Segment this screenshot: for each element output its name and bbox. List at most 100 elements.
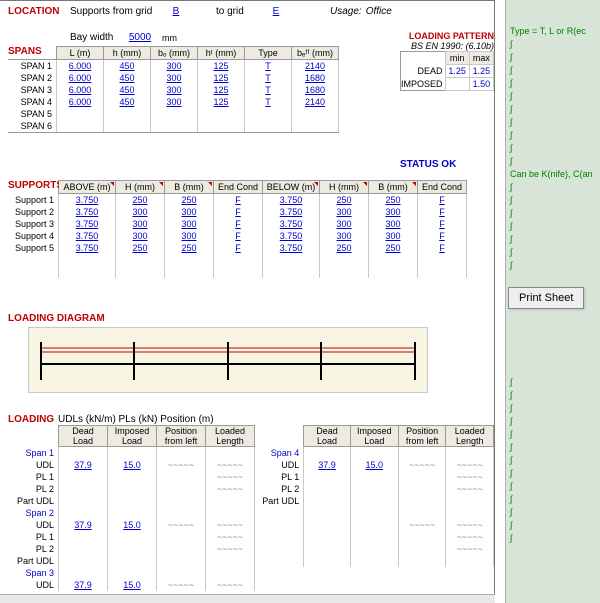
- span-cell[interactable]: 6.000: [57, 84, 104, 96]
- bay-value[interactable]: 5000: [122, 32, 158, 43]
- support-cell[interactable]: F: [214, 218, 263, 230]
- support-cell[interactable]: 250: [320, 194, 369, 207]
- support-cell[interactable]: 300: [369, 218, 418, 230]
- span-cell[interactable]: 2140: [292, 96, 339, 108]
- support-cell[interactable]: 250: [369, 242, 418, 254]
- loading-cell[interactable]: [446, 555, 494, 567]
- span-cell[interactable]: 2140: [292, 60, 339, 73]
- dropdown-icon[interactable]: [110, 182, 114, 186]
- grid-from[interactable]: B: [166, 6, 186, 17]
- span-cell[interactable]: 450: [104, 60, 151, 73]
- loading-cell[interactable]: [157, 555, 206, 567]
- loading-cell[interactable]: [398, 531, 446, 543]
- support-cell[interactable]: 300: [165, 218, 214, 230]
- loading-cell[interactable]: 15.0: [350, 459, 398, 471]
- support-cell[interactable]: 3.750: [263, 242, 320, 254]
- span-cell[interactable]: T: [245, 72, 292, 84]
- span-cell[interactable]: 300: [151, 72, 198, 84]
- loading-cell[interactable]: [350, 531, 398, 543]
- span-cell[interactable]: 125: [198, 84, 245, 96]
- loading-cell[interactable]: [350, 519, 398, 531]
- span-cell[interactable]: T: [245, 60, 292, 73]
- support-cell[interactable]: 250: [116, 242, 165, 254]
- grid-to[interactable]: E: [266, 6, 286, 17]
- support-cell[interactable]: 3.750: [59, 218, 116, 230]
- loading-cell[interactable]: [446, 495, 494, 507]
- support-cell[interactable]: 3.750: [59, 230, 116, 242]
- support-cell[interactable]: F: [214, 206, 263, 218]
- dropdown-icon[interactable]: [159, 182, 163, 186]
- support-cell[interactable]: 300: [116, 218, 165, 230]
- loading-cell[interactable]: [108, 531, 157, 543]
- span-cell[interactable]: 300: [151, 60, 198, 73]
- span-cell[interactable]: 125: [198, 72, 245, 84]
- support-cell[interactable]: 3.750: [263, 194, 320, 207]
- span-cell[interactable]: T: [245, 84, 292, 96]
- loading-cell[interactable]: [398, 471, 446, 483]
- loading-cell[interactable]: [108, 543, 157, 555]
- loading-cell[interactable]: [304, 495, 351, 507]
- support-cell[interactable]: F: [418, 242, 467, 254]
- span-cell[interactable]: T: [245, 96, 292, 108]
- support-cell[interactable]: 250: [165, 242, 214, 254]
- support-cell[interactable]: 300: [165, 230, 214, 242]
- loading-cell[interactable]: 37.9: [59, 459, 108, 471]
- span-cell[interactable]: 450: [104, 96, 151, 108]
- loading-cell[interactable]: 15.0: [108, 519, 157, 531]
- support-cell[interactable]: 3.750: [263, 218, 320, 230]
- loading-cell[interactable]: [206, 555, 255, 567]
- loading-cell[interactable]: [108, 495, 157, 507]
- support-cell[interactable]: 300: [369, 206, 418, 218]
- support-cell[interactable]: F: [418, 230, 467, 242]
- loading-cell[interactable]: [304, 471, 351, 483]
- loading-cell[interactable]: [350, 495, 398, 507]
- dropdown-icon[interactable]: [208, 182, 212, 186]
- support-cell[interactable]: 250: [165, 194, 214, 207]
- support-cell[interactable]: 300: [165, 206, 214, 218]
- loading-cell[interactable]: [157, 471, 206, 483]
- loading-cell[interactable]: [350, 483, 398, 495]
- support-cell[interactable]: F: [418, 206, 467, 218]
- loading-cell[interactable]: [398, 483, 446, 495]
- loading-cell[interactable]: [350, 471, 398, 483]
- span-cell[interactable]: 450: [104, 72, 151, 84]
- support-cell[interactable]: 3.750: [263, 230, 320, 242]
- loading-cell[interactable]: [350, 555, 398, 567]
- loading-cell[interactable]: [350, 543, 398, 555]
- loading-cell[interactable]: [157, 483, 206, 495]
- lp-c01[interactable]: 1.25: [469, 65, 493, 78]
- loading-cell[interactable]: [304, 555, 351, 567]
- lp-c00[interactable]: 1.25: [445, 65, 469, 78]
- lp-c10[interactable]: [445, 78, 469, 91]
- support-cell[interactable]: 250: [320, 242, 369, 254]
- loading-cell[interactable]: [108, 483, 157, 495]
- loading-cell[interactable]: [398, 495, 446, 507]
- support-cell[interactable]: 300: [116, 206, 165, 218]
- support-cell[interactable]: F: [214, 242, 263, 254]
- loading-cell[interactable]: 15.0: [108, 459, 157, 471]
- dropdown-icon[interactable]: [412, 182, 416, 186]
- loading-cell[interactable]: [108, 555, 157, 567]
- loading-cell[interactable]: [59, 531, 108, 543]
- loading-cell[interactable]: [157, 531, 206, 543]
- span-cell[interactable]: 6.000: [57, 72, 104, 84]
- loading-cell[interactable]: 37.9: [304, 459, 351, 471]
- span-cell[interactable]: 6.000: [57, 60, 104, 73]
- support-cell[interactable]: 3.750: [59, 194, 116, 207]
- lp-c11[interactable]: 1.50: [469, 78, 493, 91]
- support-cell[interactable]: 300: [320, 206, 369, 218]
- support-cell[interactable]: 300: [320, 218, 369, 230]
- span-cell[interactable]: 125: [198, 60, 245, 73]
- loading-cell[interactable]: [59, 495, 108, 507]
- dropdown-icon[interactable]: [363, 182, 367, 186]
- span-cell[interactable]: 6.000: [57, 96, 104, 108]
- loading-cell[interactable]: [59, 483, 108, 495]
- support-cell[interactable]: F: [418, 218, 467, 230]
- loading-cell[interactable]: [108, 471, 157, 483]
- loading-cell[interactable]: [398, 555, 446, 567]
- support-cell[interactable]: 250: [116, 194, 165, 207]
- span-cell[interactable]: 1680: [292, 72, 339, 84]
- loading-cell[interactable]: [304, 543, 351, 555]
- loading-cell[interactable]: [206, 495, 255, 507]
- loading-cell[interactable]: 37.9: [59, 579, 108, 591]
